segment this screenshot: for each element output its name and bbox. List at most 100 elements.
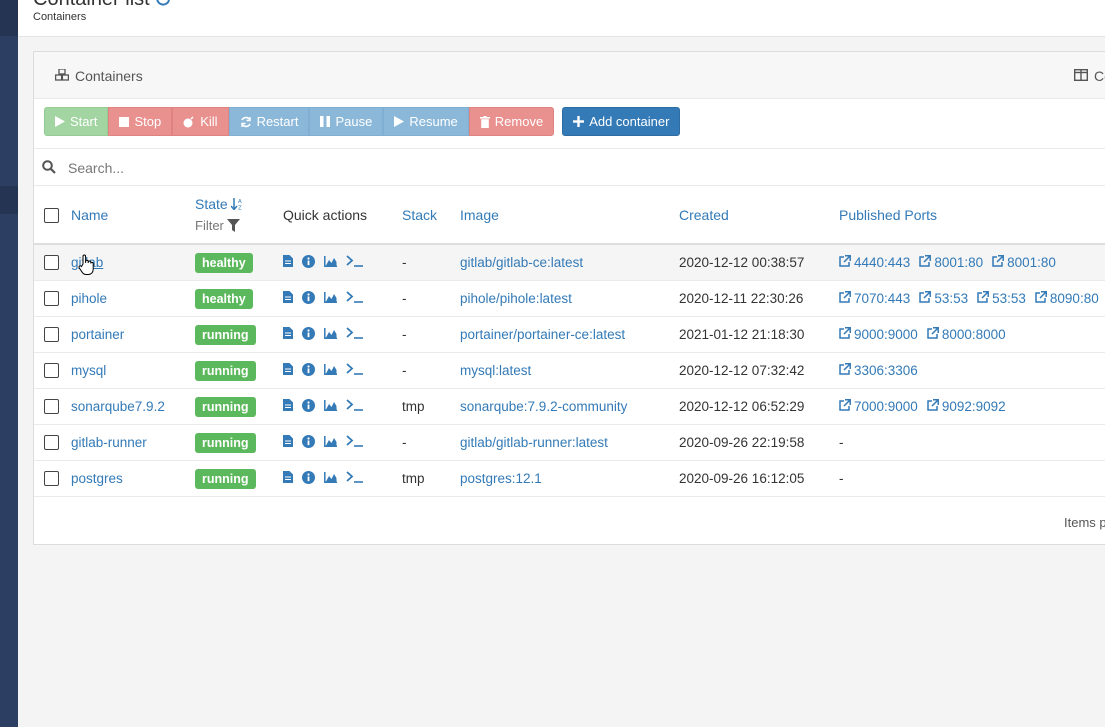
terminal-icon[interactable] — [346, 291, 364, 306]
created-cell: 2020-12-12 07:32:42 — [679, 352, 839, 389]
container-name-link[interactable]: gitlab-runner — [71, 435, 147, 450]
remove-button[interactable]: Remove — [468, 107, 555, 136]
image-link[interactable]: portainer/portainer-ce:latest — [460, 327, 625, 342]
search-input[interactable] — [66, 157, 570, 179]
column-header-stack[interactable]: Stack — [402, 186, 460, 245]
info-circle-icon[interactable] — [302, 362, 315, 379]
stack-cell: - — [402, 424, 460, 461]
bomb-icon — [183, 115, 194, 127]
terminal-icon[interactable] — [346, 255, 364, 270]
file-icon[interactable] — [283, 471, 293, 486]
published-port-link[interactable]: 9092:9092 — [927, 399, 1006, 414]
port-mapping: 53:53 — [992, 291, 1026, 306]
terminal-icon[interactable] — [346, 363, 364, 378]
published-port-link[interactable]: 8090:80 — [1035, 291, 1099, 306]
info-circle-icon[interactable] — [302, 290, 315, 307]
published-port-link[interactable]: 3306:3306 — [839, 363, 918, 378]
terminal-icon[interactable] — [346, 435, 364, 450]
created-cell: 2020-09-26 16:12:05 — [679, 460, 839, 497]
file-icon[interactable] — [283, 363, 293, 378]
published-port-link[interactable]: 9000:9000 — [839, 327, 918, 342]
resume-button[interactable]: Resume — [383, 107, 469, 136]
restart-button[interactable]: Restart — [228, 107, 310, 136]
published-port-link[interactable]: 7070:443 — [839, 291, 910, 306]
row-checkbox[interactable] — [44, 399, 59, 415]
container-name-link[interactable]: sonarqube7.9.2 — [71, 399, 165, 414]
container-name-link[interactable]: pihole — [71, 291, 107, 306]
created-cell: 2020-12-11 22:30:26 — [679, 280, 839, 317]
plus-icon — [573, 116, 585, 127]
terminal-icon[interactable] — [346, 471, 364, 486]
remove-label: Remove — [494, 114, 544, 129]
area-chart-icon[interactable] — [324, 291, 337, 306]
area-chart-icon[interactable] — [324, 471, 337, 486]
hand-cursor-icon — [78, 254, 96, 279]
info-circle-icon[interactable] — [302, 470, 315, 487]
column-header-created[interactable]: Created — [679, 186, 839, 245]
image-link[interactable]: pihole/pihole:latest — [460, 291, 572, 306]
container-name-link[interactable]: postgres — [71, 471, 123, 486]
add-container-button[interactable]: Add container — [562, 107, 681, 136]
published-port-link[interactable]: 7000:9000 — [839, 399, 918, 414]
file-icon[interactable] — [283, 255, 293, 270]
image-link[interactable]: postgres:12.1 — [460, 471, 542, 486]
info-circle-icon[interactable] — [302, 326, 315, 343]
stack-cell: - — [402, 316, 460, 353]
terminal-icon[interactable] — [346, 327, 364, 342]
file-icon[interactable] — [283, 327, 293, 342]
row-checkbox[interactable] — [44, 255, 59, 271]
column-header-image[interactable]: Image — [460, 186, 679, 245]
terminal-icon[interactable] — [346, 399, 364, 414]
published-port-link[interactable]: 8000:8000 — [927, 327, 1006, 342]
row-checkbox[interactable] — [44, 471, 59, 487]
state-filter-button[interactable]: Filter — [195, 218, 283, 233]
published-port-link[interactable]: 8001:80 — [919, 255, 983, 270]
containers-panel: Containers Co Start Stop Kill Restart P — [33, 51, 1105, 545]
containers-table: Name State AZ Filter Quick actions Stack… — [34, 186, 1105, 497]
status-badge: healthy — [195, 252, 253, 273]
published-port-link[interactable]: 4440:443 — [839, 255, 910, 270]
sidebar-active-item[interactable] — [0, 186, 18, 214]
info-circle-icon[interactable] — [302, 434, 315, 451]
search-icon — [42, 160, 56, 177]
area-chart-icon[interactable] — [324, 435, 337, 450]
panel-heading: Containers Co — [34, 52, 1105, 99]
start-button[interactable]: Start — [44, 107, 109, 136]
image-link[interactable]: gitlab/gitlab-runner:latest — [460, 435, 608, 450]
row-checkbox[interactable] — [44, 363, 59, 379]
refresh-icon[interactable] — [154, 0, 172, 11]
row-checkbox[interactable] — [44, 327, 59, 343]
container-name-link[interactable]: mysql — [71, 363, 106, 378]
panel-title: Containers — [54, 68, 143, 84]
pause-button[interactable]: Pause — [309, 107, 384, 136]
published-port-link[interactable]: 53:53 — [977, 291, 1026, 306]
published-port-link[interactable]: 53:53 — [919, 291, 968, 306]
column-header-name[interactable]: Name — [71, 186, 195, 245]
kill-button[interactable]: Kill — [172, 107, 229, 136]
area-chart-icon[interactable] — [324, 327, 337, 342]
select-all-checkbox[interactable] — [44, 207, 59, 223]
row-checkbox[interactable] — [44, 435, 59, 451]
panel-title-text: Containers — [75, 68, 143, 84]
columns-settings-button[interactable]: Co — [1073, 68, 1105, 84]
column-header-state[interactable]: State AZ — [195, 196, 283, 212]
area-chart-icon[interactable] — [324, 255, 337, 270]
area-chart-icon[interactable] — [324, 363, 337, 378]
port-mapping: 53:53 — [934, 291, 969, 306]
external-link-icon — [839, 255, 851, 270]
stop-button[interactable]: Stop — [108, 107, 173, 136]
image-link[interactable]: mysql:latest — [460, 363, 531, 378]
area-chart-icon[interactable] — [324, 399, 337, 414]
container-name-link[interactable]: portainer — [71, 327, 124, 342]
file-icon[interactable] — [283, 291, 293, 306]
published-port-link[interactable]: 8001:80 — [992, 255, 1056, 270]
row-checkbox[interactable] — [44, 291, 59, 307]
file-icon[interactable] — [283, 399, 293, 414]
sync-icon — [240, 116, 251, 127]
file-icon[interactable] — [283, 435, 293, 450]
column-header-published-ports[interactable]: Published Ports — [839, 186, 1105, 245]
info-circle-icon[interactable] — [302, 398, 315, 415]
image-link[interactable]: sonarqube:7.9.2-community — [460, 399, 627, 414]
image-link[interactable]: gitlab/gitlab-ce:latest — [460, 255, 583, 270]
info-circle-icon[interactable] — [302, 254, 315, 271]
